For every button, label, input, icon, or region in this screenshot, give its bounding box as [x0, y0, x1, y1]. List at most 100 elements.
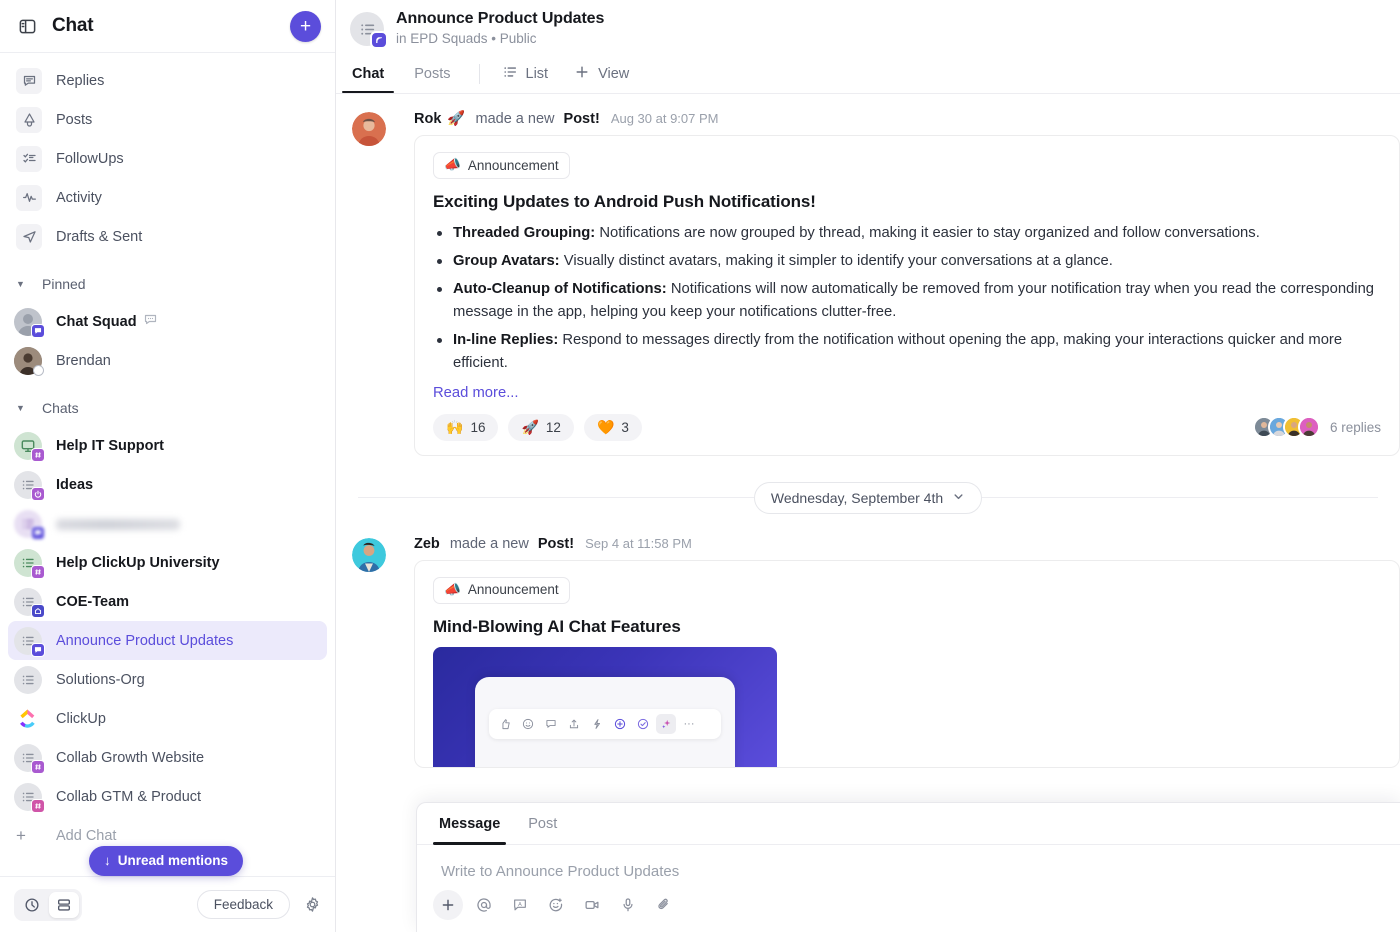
avatar[interactable] — [352, 537, 386, 572]
mention-icon[interactable] — [469, 890, 499, 920]
sidebar-chat-help-clickup-university[interactable]: Help ClickUp University — [8, 543, 327, 582]
sidebar-chat-label: Chat Squad — [56, 313, 137, 330]
sidebar-chat-brendan[interactable]: Brendan — [8, 341, 327, 380]
activity-pulse-icon — [16, 184, 42, 211]
emoji-icon — [518, 714, 538, 734]
sidebar-item-followups[interactable]: FollowUps — [8, 139, 327, 178]
tab-divider — [478, 64, 480, 84]
status-badge-label: Announcement — [467, 157, 559, 173]
sidebar-chat-label: Brendan — [56, 352, 111, 369]
sidebar-scroll[interactable]: Replies Posts FollowUps Activity Drafts … — [0, 53, 335, 876]
section-header-chats[interactable]: ▼ Chats — [8, 392, 327, 424]
avatar[interactable] — [352, 112, 386, 146]
comment-icon — [541, 714, 561, 734]
avatar — [1297, 416, 1320, 439]
sidebar-chat-collab-growth-website[interactable]: Collab Growth Website — [8, 738, 327, 777]
feedback-button[interactable]: Feedback — [196, 890, 290, 919]
sidebar-chat-ideas[interactable]: Ideas — [8, 465, 327, 504]
divider-line — [982, 497, 1379, 499]
post-title: Exciting Updates to Android Push Notific… — [433, 192, 816, 211]
app-root: Chat + Replies Posts FollowUps Activity … — [0, 0, 1400, 932]
sidebar-chat-clickup[interactable]: ClickUp — [8, 699, 327, 738]
reaction-chip[interactable]: 🚀 12 — [508, 413, 574, 441]
sidebar-chat-help-it-support[interactable]: Help IT Support — [8, 426, 327, 465]
preview-card: ··· — [475, 676, 735, 767]
sidebar-chat-solutions-org[interactable]: Solutions-Org — [8, 660, 327, 699]
chat-badge — [31, 642, 45, 657]
gear-icon[interactable] — [304, 896, 321, 913]
status-badge: 📣 Announcement — [433, 152, 570, 179]
arrow-down-icon: ↓ — [104, 853, 111, 868]
replies-count: 6 replies — [1329, 419, 1381, 435]
sidebar-item-activity[interactable]: Activity — [8, 178, 327, 217]
tab-list-view[interactable]: List — [502, 64, 549, 84]
sidebar-chat-label: ClickUp — [56, 710, 106, 727]
announcement-channel-badge — [370, 31, 388, 49]
avatar — [14, 626, 45, 657]
reaction-emoji: 🧡 — [596, 419, 615, 436]
reaction-chip[interactable]: 🧡 3 — [583, 413, 642, 441]
sidebar-item-label: Posts — [56, 111, 93, 128]
unread-mentions-button[interactable]: ↓ Unread mentions — [89, 846, 244, 876]
tab-posts[interactable]: Posts — [412, 55, 452, 93]
sidebar-title: Chat — [52, 15, 94, 36]
sidebar-chat-chat-squad[interactable]: Chat Squad — [8, 302, 327, 341]
channel-header: Announce Product Updates in EPD Squads •… — [336, 0, 1400, 93]
tab-post[interactable]: Post — [528, 803, 557, 845]
reaction-chip[interactable]: 🙌 16 — [433, 413, 499, 441]
avatar — [14, 346, 44, 376]
lightning-icon — [587, 714, 607, 734]
sidebar-chat-announce-product-updates[interactable]: Announce Product Updates — [8, 621, 327, 660]
emoji-icon[interactable] — [541, 890, 571, 920]
sidebar-item-label: FollowUps — [56, 150, 124, 167]
message-input[interactable]: Write to Announce Product Updates — [417, 845, 1400, 890]
sidebar-chat-coe-team[interactable]: COE-Team — [8, 582, 327, 621]
list-icon — [502, 64, 518, 84]
sidebar-item-drafts-sent[interactable]: Drafts & Sent — [8, 217, 327, 256]
channel-list-avatar — [350, 12, 388, 49]
clock-icon[interactable] — [17, 892, 47, 918]
unread-mentions-label: Unread mentions — [117, 853, 229, 868]
clickup-logo — [14, 705, 42, 733]
sidebar: Chat + Replies Posts FollowUps Activity … — [0, 0, 336, 932]
new-chat-button[interactable]: + — [290, 10, 321, 42]
sidebar-chat-label: Announce Product Updates — [56, 632, 234, 649]
hash-badge — [31, 447, 45, 462]
list-view-label: List — [525, 66, 549, 82]
video-icon[interactable] — [577, 890, 607, 920]
attachment-icon[interactable] — [649, 890, 679, 920]
post-action: made a new — [449, 535, 529, 552]
bullet-lead: In-line Replies: — [453, 331, 559, 348]
sidebar-item-posts[interactable]: Posts — [8, 100, 327, 139]
post-action-strong: Post! — [537, 535, 575, 552]
sidebar-chat-redacted[interactable] — [8, 504, 327, 543]
reaction-count: 16 — [470, 419, 486, 435]
tab-chat[interactable]: Chat — [341, 55, 395, 93]
sidebar-item-label: Activity — [56, 189, 102, 206]
replies-button[interactable]: 6 replies — [1252, 416, 1381, 439]
rows-layout-icon[interactable] — [49, 891, 79, 918]
section-header-pinned[interactable]: ▼ Pinned — [8, 268, 327, 300]
ai-assist-icon[interactable]: A — [505, 890, 535, 920]
tab-message[interactable]: Message — [432, 803, 507, 845]
add-view-button[interactable]: View — [574, 64, 629, 84]
ai-sparkle-icon — [656, 713, 676, 734]
post-image-preview[interactable]: ··· — [433, 646, 777, 767]
sidebar-chat-label: Collab Growth Website — [56, 749, 205, 766]
hash-badge — [31, 759, 45, 774]
post-action: made a new — [475, 111, 555, 127]
megaphone-icon: 📣 — [444, 157, 461, 172]
panel-toggle-icon[interactable] — [14, 13, 40, 39]
replies-icon — [16, 67, 42, 94]
chevron-down-icon — [952, 490, 965, 506]
date-pill[interactable]: Wednesday, September 4th — [753, 481, 983, 514]
plus-icon[interactable] — [433, 890, 463, 920]
read-more-link[interactable]: Read more... — [433, 385, 1381, 401]
preview-toolbar: ··· — [489, 708, 721, 739]
sidebar-item-replies[interactable]: Replies — [8, 61, 327, 100]
share-icon — [564, 714, 584, 734]
channel-subtitle: in EPD Squads • Public — [396, 31, 537, 46]
microphone-icon[interactable] — [613, 890, 643, 920]
sidebar-chat-collab-gtm-product[interactable]: Collab GTM & Product — [8, 777, 327, 816]
reaction-count: 3 — [621, 419, 629, 435]
